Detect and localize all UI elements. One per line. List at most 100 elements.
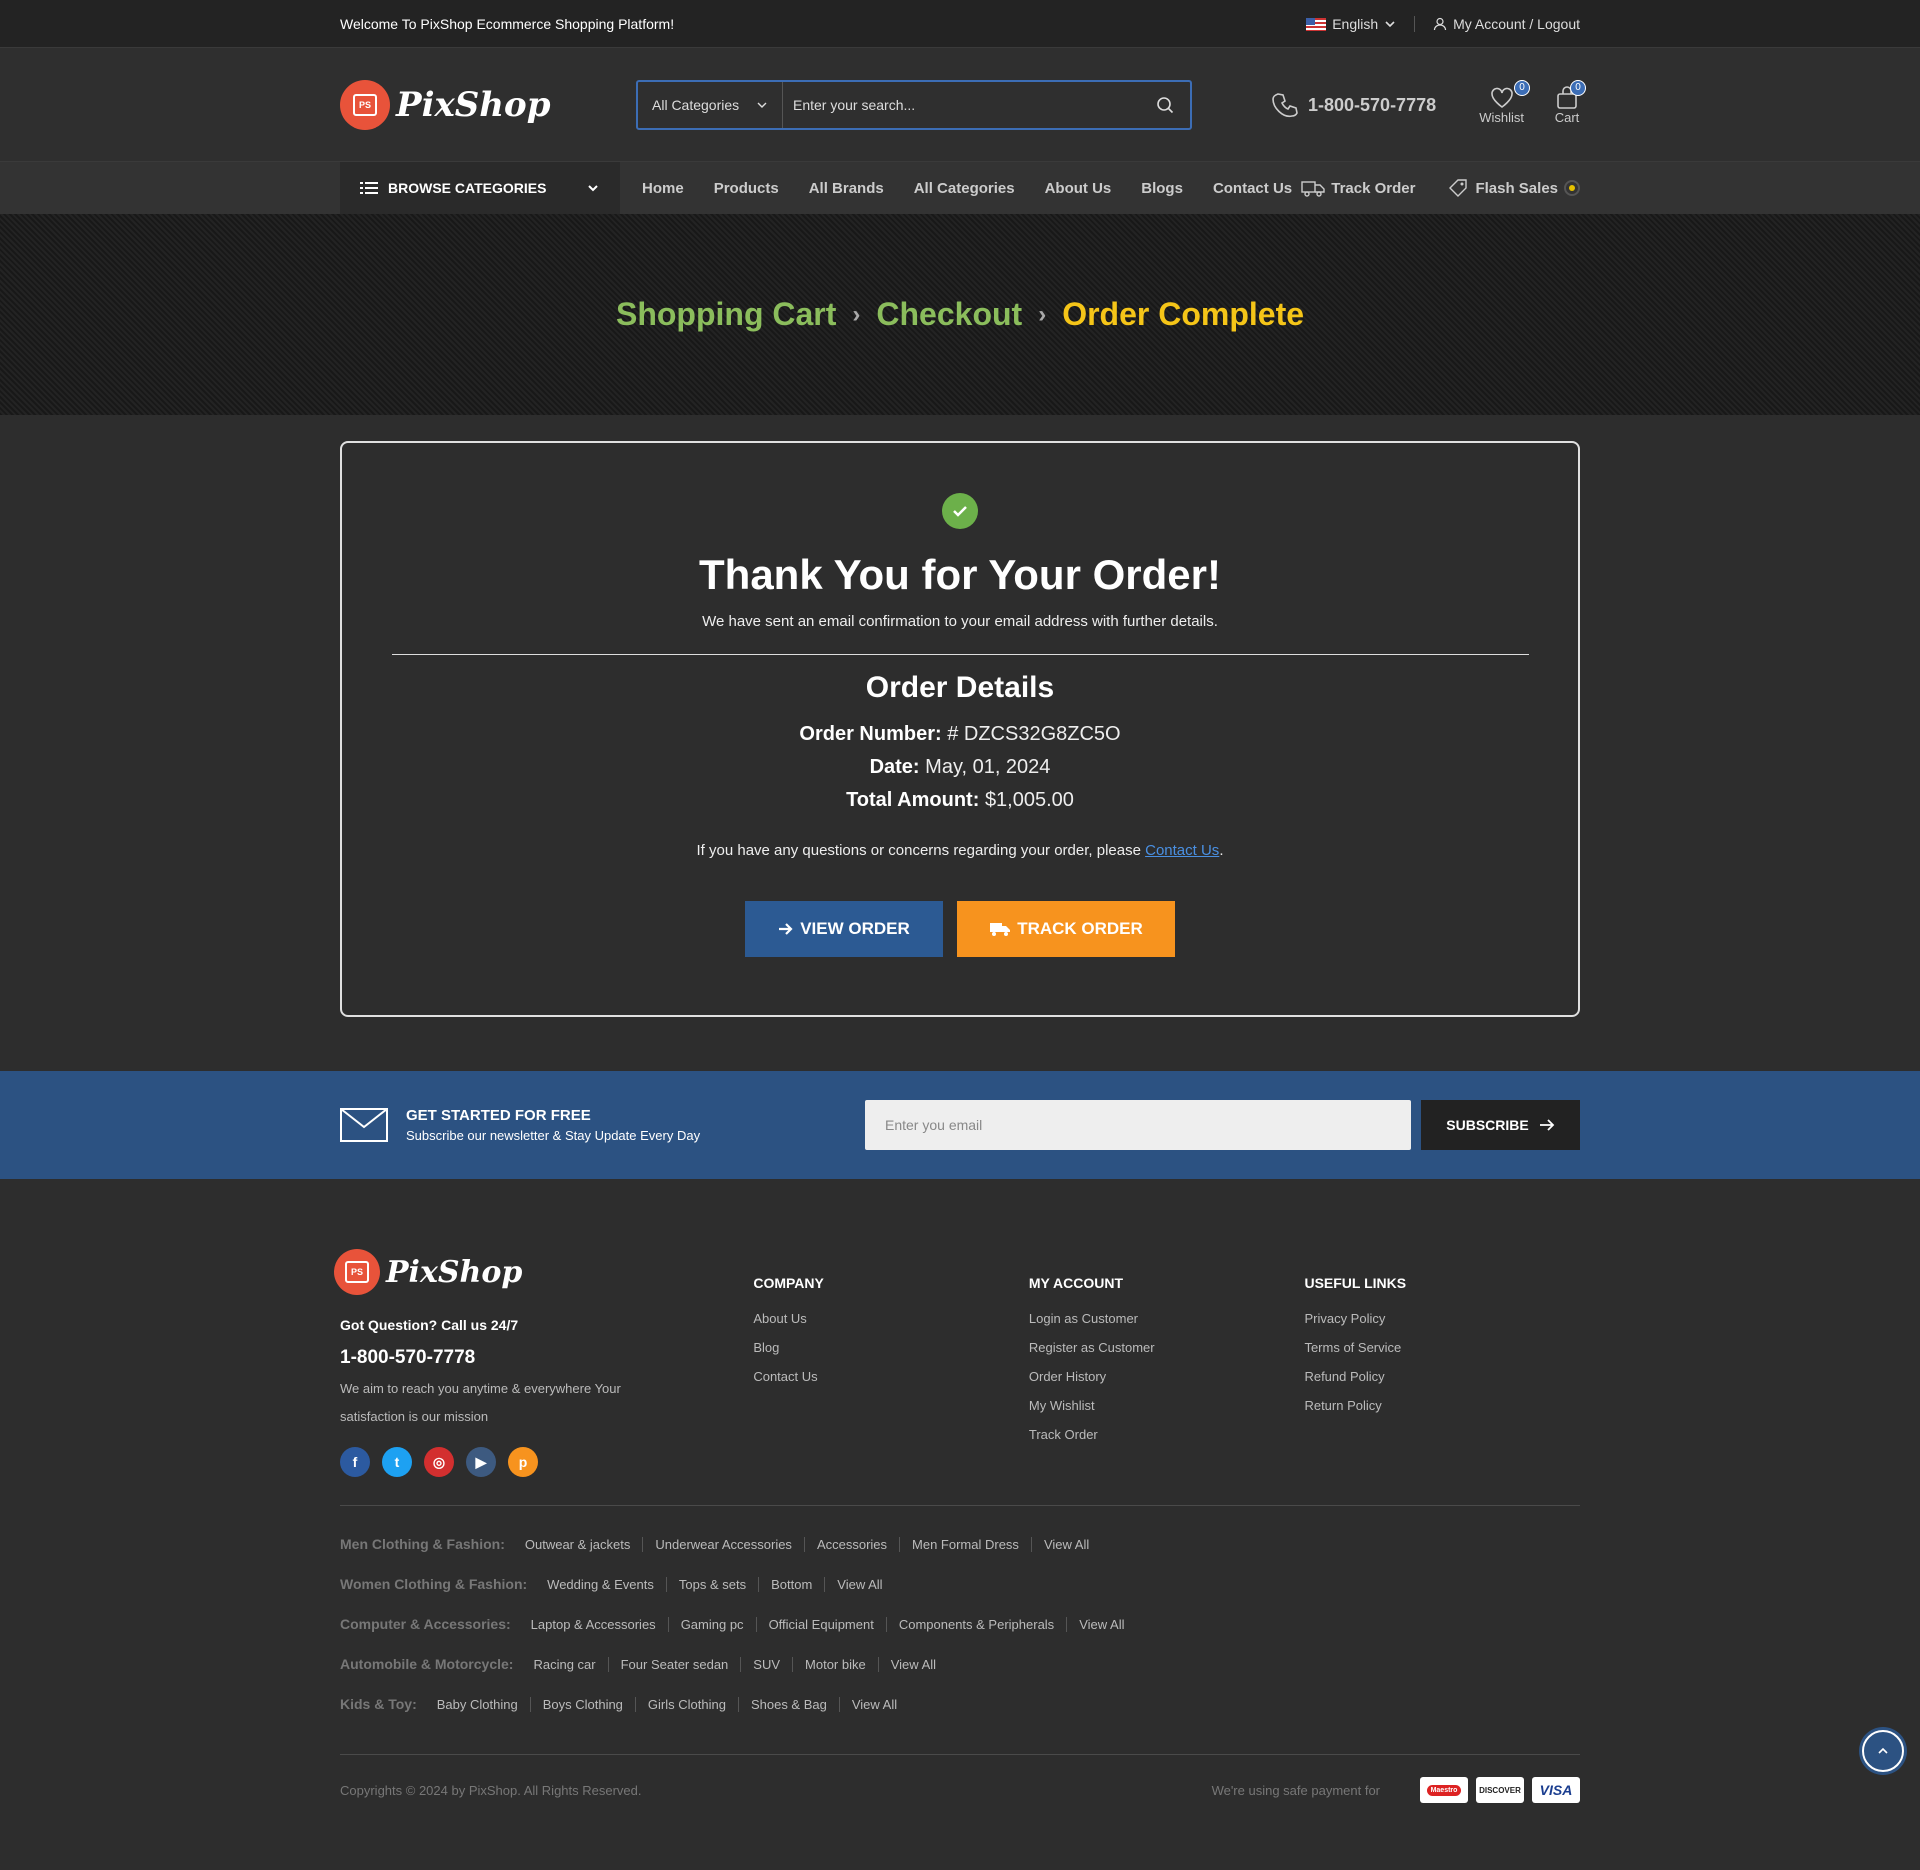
category-link[interactable]: SUV [741, 1656, 794, 1672]
search-bar: All Categories [636, 80, 1192, 130]
facebook-icon[interactable]: f [340, 1447, 370, 1477]
discover-icon: DISCOVER [1476, 1777, 1524, 1803]
category-link[interactable]: Bottom [759, 1576, 826, 1592]
account-link[interactable]: My Account / Logout [1433, 16, 1580, 32]
category-link[interactable]: Gaming pc [669, 1616, 757, 1632]
cart-label: Cart [1554, 109, 1580, 125]
confirmation-message: We have sent an email confirmation to yo… [702, 613, 1218, 630]
step-checkout[interactable]: Checkout [876, 296, 1022, 333]
site-logo[interactable]: PS PixShop [340, 80, 636, 130]
chevron-up-icon [1878, 1747, 1888, 1754]
category-link[interactable]: Shoes & Bag [739, 1696, 840, 1712]
phone-number: 1-800-570-7778 [1308, 94, 1437, 115]
nav-products[interactable]: Products [714, 180, 779, 197]
search-category-select[interactable]: All Categories [638, 82, 783, 128]
step-shopping-cart[interactable]: Shopping Cart [616, 296, 836, 333]
category-link[interactable]: View All [840, 1697, 909, 1712]
footer-logo[interactable]: PS PixShop [334, 1249, 630, 1295]
chevron-right-icon: › [852, 300, 861, 328]
nav-blogs[interactable]: Blogs [1141, 180, 1183, 197]
footer-link[interactable]: Terms of Service [1304, 1340, 1580, 1355]
tag-icon [1449, 179, 1468, 197]
nav-all-categories[interactable]: All Categories [914, 180, 1015, 197]
category-link[interactable]: Motor bike [793, 1656, 879, 1672]
category-link[interactable]: View All [825, 1577, 894, 1592]
category-link[interactable]: Racing car [521, 1656, 609, 1672]
footer-link[interactable]: Blog [753, 1340, 1029, 1355]
category-link[interactable]: Tops & sets [667, 1576, 760, 1592]
category-link[interactable]: Underwear Accessories [643, 1536, 805, 1552]
list-icon [360, 182, 378, 194]
truck-icon [1301, 181, 1325, 197]
category-link[interactable]: View All [1067, 1617, 1136, 1632]
search-button[interactable] [1140, 96, 1190, 114]
category-link[interactable]: Components & Peripherals [887, 1616, 1068, 1632]
search-category-label: All Categories [652, 97, 740, 113]
footer-link[interactable]: Refund Policy [1304, 1369, 1580, 1384]
category-link[interactable]: Baby Clothing [425, 1696, 531, 1712]
footer-link[interactable]: Login as Customer [1029, 1311, 1305, 1326]
footer-link[interactable]: Return Policy [1304, 1398, 1580, 1413]
wishlist-button[interactable]: 0 Wishlist [1479, 79, 1530, 125]
category-link[interactable]: Official Equipment [757, 1616, 887, 1632]
newsletter-email-input[interactable] [865, 1100, 1411, 1150]
flash-sales-link[interactable]: Flash Sales [1447, 177, 1580, 199]
footer-link[interactable]: Contact Us [753, 1369, 1029, 1384]
track-order-link[interactable]: Track Order [1301, 177, 1415, 199]
category-link[interactable]: View All [1032, 1537, 1101, 1552]
footer-bottom: Copyrights © 2024 by PixShop. All Rights… [340, 1755, 1580, 1825]
category-link[interactable]: Outwear & jackets [513, 1536, 644, 1552]
category-link[interactable]: Four Seater sedan [609, 1656, 742, 1672]
view-order-button[interactable]: VIEW ORDER [745, 901, 943, 957]
category-link[interactable]: Boys Clothing [531, 1696, 636, 1712]
footer-link[interactable]: Track Order [1029, 1427, 1305, 1442]
divider [1414, 16, 1416, 32]
footer-link[interactable]: Order History [1029, 1369, 1305, 1384]
category-link[interactable]: Wedding & Events [535, 1576, 667, 1592]
footer-link[interactable]: Register as Customer [1029, 1340, 1305, 1355]
truck-icon [990, 923, 1011, 936]
nav-all-brands[interactable]: All Brands [809, 180, 884, 197]
logo-badge-icon: PS [340, 80, 390, 130]
track-order-label: TRACK ORDER [1017, 919, 1143, 938]
youtube-icon[interactable]: ▶ [466, 1447, 496, 1477]
nav-home[interactable]: Home [642, 180, 684, 197]
category-link[interactable]: Laptop & Accessories [519, 1616, 669, 1632]
scroll-to-top-button[interactable] [1862, 1730, 1904, 1772]
footer-link[interactable]: About Us [753, 1311, 1029, 1326]
cart-count-badge: 0 [1570, 79, 1586, 96]
contact-us-link[interactable]: Contact Us [1145, 842, 1219, 859]
category-link[interactable]: Men Formal Dress [900, 1536, 1032, 1552]
browse-categories-button[interactable]: BROWSE CATEGORIES [340, 162, 620, 214]
newsletter-section: GET STARTED FOR FREE Subscribe our newsl… [0, 1071, 1920, 1179]
category-link[interactable]: View All [879, 1657, 948, 1672]
footer-company-column: COMPANY About Us Blog Contact Us [753, 1249, 1029, 1477]
newsletter-subtitle: Subscribe our newsletter & Stay Update E… [406, 1128, 701, 1143]
nav-about-us[interactable]: About Us [1045, 180, 1112, 197]
pinterest-icon[interactable]: p [508, 1447, 538, 1477]
flash-indicator-icon [1564, 180, 1580, 196]
us-flag-icon [1306, 17, 1327, 31]
copyright-text: Copyrights © 2024 by PixShop. All Rights… [340, 1782, 642, 1798]
search-input[interactable] [783, 82, 1140, 128]
questions-text: If you have any questions or concerns re… [696, 842, 1141, 859]
category-link[interactable]: Girls Clothing [636, 1696, 739, 1712]
category-label: Kids & Toy: [340, 1696, 417, 1712]
language-selector[interactable]: English [1306, 16, 1396, 32]
category-label: Women Clothing & Fashion: [340, 1576, 528, 1592]
footer-link[interactable]: My Wishlist [1029, 1398, 1305, 1413]
chevron-down-icon [588, 185, 598, 192]
cart-button[interactable]: 0 Cart [1554, 79, 1586, 125]
instagram-icon[interactable]: ◎ [424, 1447, 454, 1477]
footer-link[interactable]: Privacy Policy [1304, 1311, 1580, 1326]
subscribe-button[interactable]: SUBSCRIBE [1421, 1100, 1580, 1150]
header: PS PixShop All Categories 1-800-570-7778… [0, 48, 1920, 162]
welcome-text: Welcome To PixShop Ecommerce Shopping Pl… [340, 16, 675, 32]
track-order-label: Track Order [1331, 179, 1416, 197]
order-number-value: # DZCS32G8ZC5O [947, 723, 1121, 745]
category-link[interactable]: Accessories [805, 1536, 901, 1552]
nav-contact-us[interactable]: Contact Us [1213, 180, 1292, 197]
twitter-icon[interactable]: t [382, 1447, 412, 1477]
envelope-icon [340, 1108, 388, 1142]
track-order-button[interactable]: TRACK ORDER [957, 901, 1175, 957]
